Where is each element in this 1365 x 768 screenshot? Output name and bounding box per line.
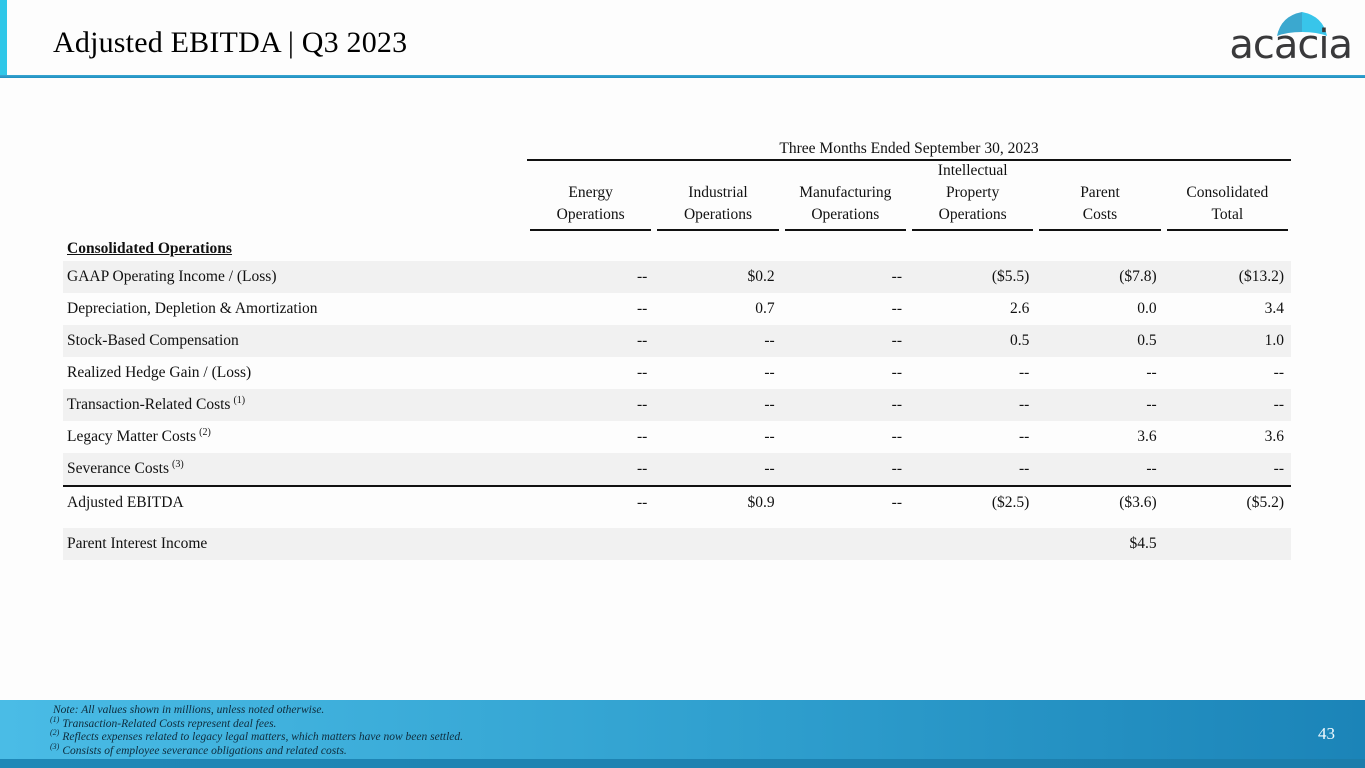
- table-row-depreciation-depletion-amortization: Depreciation, Depletion & Amortization -…: [63, 293, 1291, 325]
- section-header-row: Consolidated Operations: [63, 237, 1291, 261]
- period-header-row: Three Months Ended September 30, 2023: [63, 140, 1291, 161]
- column-header-intellectual-property-operations: Intellectual Property Operations: [912, 168, 1033, 231]
- column-header-parent-costs: Parent Costs: [1039, 168, 1160, 231]
- section-header: Consolidated Operations: [63, 240, 232, 257]
- header-divider: [0, 75, 1365, 78]
- table-row-adjusted-ebitda-total: Adjusted EBITDA -- $0.9 -- ($2.5) ($3.6)…: [63, 485, 1291, 517]
- page-title: Adjusted EBITDA | Q3 2023: [53, 26, 407, 60]
- column-header-industrial-operations: Industrial Operations: [657, 168, 778, 231]
- table-row-severance-costs: Severance Costs(3) -- -- -- -- -- --: [63, 453, 1291, 485]
- footnote-general: Note: All values shown in millions, unle…: [50, 704, 463, 718]
- footnote-1: (1)Transaction-Related Costs represent d…: [50, 718, 463, 732]
- table-row-legacy-matter-costs: Legacy Matter Costs(2) -- -- -- -- 3.6 3…: [63, 421, 1291, 453]
- footnote-3: (3)Consists of employee severance obliga…: [50, 745, 463, 759]
- accent-bar: [0, 0, 7, 78]
- column-header-consolidated-total: Consolidated Total: [1167, 168, 1288, 231]
- acacia-logo: acacia: [1192, 4, 1352, 70]
- footer-band: Note: All values shown in millions, unle…: [0, 700, 1365, 768]
- table-row-parent-interest-income: Parent Interest Income $4.5: [63, 528, 1291, 560]
- table-row-stock-based-compensation: Stock-Based Compensation -- -- -- 0.5 0.…: [63, 325, 1291, 357]
- column-header-manufacturing-operations: Manufacturing Operations: [785, 168, 906, 231]
- acacia-logo-text: acacia: [1229, 22, 1352, 68]
- table-row-transaction-related-costs: Transaction-Related Costs(1) -- -- -- --…: [63, 389, 1291, 421]
- table-row-gaap-operating-income: GAAP Operating Income / (Loss) -- $0.2 -…: [63, 261, 1291, 293]
- slide: Adjusted EBITDA | Q3 2023 acacia Three M…: [0, 0, 1365, 768]
- period-header: Three Months Ended September 30, 2023: [527, 140, 1291, 161]
- ebitda-table: Three Months Ended September 30, 2023 En…: [63, 140, 1291, 560]
- column-header-row: Energy Operations Industrial Operations …: [63, 168, 1291, 231]
- footer-bottom-strip: [0, 759, 1365, 768]
- footnotes: Note: All values shown in millions, unle…: [50, 704, 463, 758]
- footnote-2: (2)Reflects expenses related to legacy l…: [50, 731, 463, 745]
- page-number: 43: [1318, 724, 1335, 744]
- column-header-energy-operations: Energy Operations: [530, 168, 651, 231]
- table-row-realized-hedge-gain-loss: Realized Hedge Gain / (Loss) -- -- -- --…: [63, 357, 1291, 389]
